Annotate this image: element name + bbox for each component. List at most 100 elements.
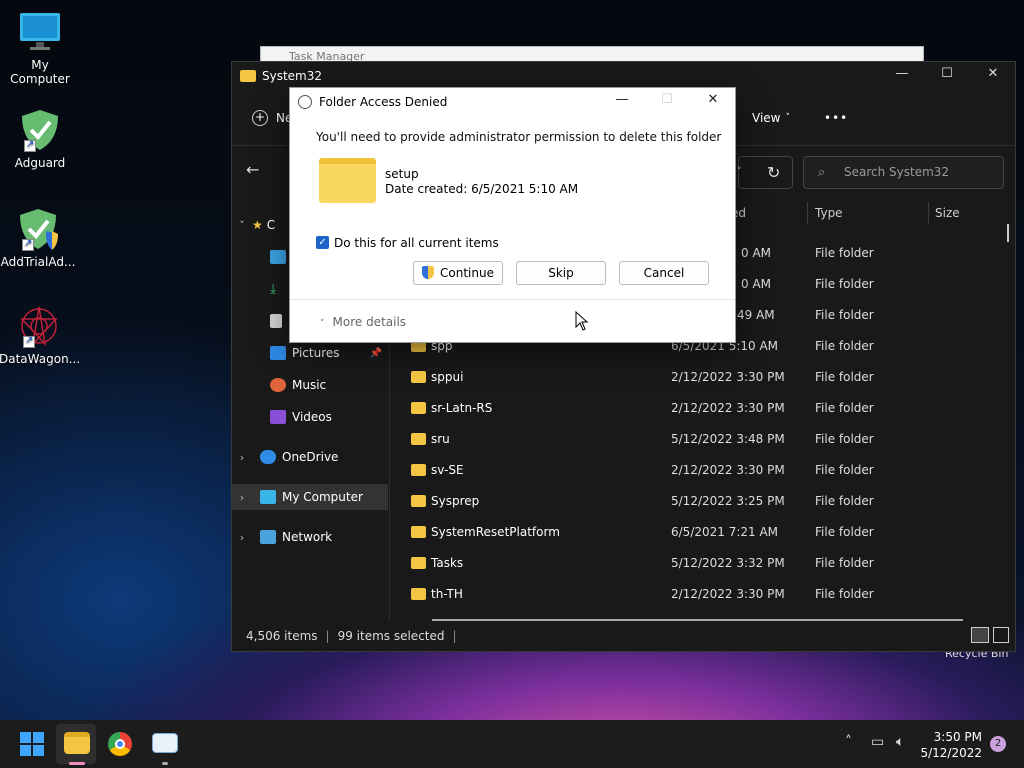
dialog-message: You'll need to provide administrator per… — [316, 130, 722, 144]
folder-icon — [411, 432, 426, 445]
folder-icon — [411, 525, 426, 538]
chevron-up-icon[interactable]: ˄ — [845, 734, 852, 750]
column-header-size[interactable]: Size — [935, 206, 960, 220]
table-row[interactable]: sv-SE 2/12/2022 3:30 PM File folder — [392, 454, 1015, 485]
clock-date: 5/12/2022 — [920, 746, 982, 760]
pin-icon[interactable]: 📌 — [370, 348, 382, 359]
shortcut-arrow-icon — [22, 238, 34, 251]
desktop-icon-adguard[interactable]: Adguard — [0, 108, 80, 170]
table-row[interactable]: th-TH 2/12/2022 3:30 PM File folder — [392, 578, 1015, 609]
row-date: 2/12/2022 3:30 PM — [671, 462, 785, 477]
refresh-button[interactable]: ˅ ↻ — [737, 156, 793, 189]
close-icon[interactable]: ✕ — [970, 66, 1016, 81]
row-date: 49 AM — [737, 307, 775, 322]
row-type: File folder — [815, 276, 874, 291]
document-icon — [270, 314, 282, 328]
view-button[interactable]: View ˅ — [752, 111, 790, 125]
status-divider: | — [325, 629, 330, 643]
more-details-label: More details — [332, 315, 407, 329]
back-arrow-icon[interactable]: ← — [246, 160, 259, 179]
volume-icon[interactable]: 🔈︎ — [896, 734, 904, 750]
folder-icon — [240, 70, 256, 82]
notification-badge[interactable]: 2 — [990, 736, 1006, 752]
apply-all-checkbox[interactable]: ✓ — [316, 236, 329, 249]
sidebar-item-label: Pictures — [292, 346, 340, 360]
minimize-icon[interactable]: — — [600, 92, 644, 107]
table-row[interactable]: sppui 2/12/2022 3:30 PM File folder — [392, 361, 1015, 392]
close-icon[interactable]: ✕ — [691, 92, 735, 107]
chrome-center — [115, 739, 125, 749]
maximize-icon[interactable]: ☐ — [924, 66, 970, 81]
desktop-icon-my-computer[interactable]: My Computer — [0, 10, 80, 86]
table-row[interactable]: Sysprep 5/12/2022 3:25 PM File folder — [392, 485, 1015, 516]
sidebar-item-music[interactable]: Music — [232, 372, 388, 398]
column-header-type[interactable]: Type — [815, 206, 843, 220]
row-name: th-TH — [431, 586, 463, 601]
row-type: File folder — [815, 524, 874, 539]
selected-count: 99 items selected — [337, 629, 445, 643]
more-options-button[interactable]: ••• — [824, 111, 848, 125]
sidebar-item-pictures[interactable]: Pictures 📌 — [232, 340, 388, 366]
row-date: 6/5/2021 7:21 AM — [671, 524, 779, 539]
network-icon[interactable]: ▭ — [871, 734, 884, 750]
search-input[interactable]: ⌕ Search System32 — [803, 156, 1004, 189]
music-icon — [270, 378, 286, 392]
new-button[interactable]: + Ne — [252, 109, 292, 126]
task-manager-icon[interactable] — [152, 733, 178, 753]
sidebar-item-onedrive[interactable]: › OneDrive — [232, 444, 388, 470]
clock-icon — [298, 95, 312, 109]
folder-date: Date created: 6/5/2021 5:10 AM — [385, 182, 579, 196]
sidebar-item-network[interactable]: › Network — [232, 524, 388, 550]
row-name: Sysprep — [431, 493, 480, 508]
file-explorer-icon[interactable] — [64, 732, 90, 754]
download-icon: ⤓ — [270, 281, 277, 297]
row-name: Tasks — [431, 555, 464, 570]
row-type: File folder — [815, 462, 874, 477]
chrome-icon[interactable] — [108, 732, 132, 756]
chevron-down-icon: ˅ — [320, 319, 325, 329]
column-divider[interactable] — [928, 202, 929, 224]
table-row[interactable]: Tasks 5/12/2022 3:32 PM File folder — [392, 547, 1015, 578]
table-row[interactable]: sru 5/12/2022 3:48 PM File folder — [392, 423, 1015, 454]
row-date: 2/12/2022 3:30 PM — [671, 586, 785, 601]
search-icon: ⌕ — [818, 165, 826, 180]
dialog-title-bar[interactable]: Folder Access Denied — ☐ ✕ — [290, 88, 735, 116]
view-label: View — [752, 110, 781, 125]
cancel-button[interactable]: Cancel — [619, 261, 709, 285]
folder-icon — [411, 556, 426, 569]
explorer-title-bar[interactable]: System32 — ☐ ✕ — [232, 62, 1015, 90]
more-details-toggle[interactable]: ˅ More details — [320, 315, 406, 329]
table-row[interactable]: SystemResetPlatform 6/5/2021 7:21 AM Fil… — [392, 516, 1015, 547]
row-type: File folder — [815, 400, 874, 415]
desktop-icon-datawagon[interactable]: DataWagon... — [0, 304, 80, 366]
sidebar-item-videos[interactable]: Videos — [232, 404, 388, 430]
table-row[interactable]: sr-Latn-RS 2/12/2022 3:30 PM File folder — [392, 392, 1015, 423]
continue-button[interactable]: Continue — [413, 261, 503, 285]
desktop-icon-label: AddTrialAd... — [0, 255, 76, 269]
active-indicator — [69, 762, 85, 765]
column-divider[interactable] — [807, 202, 808, 224]
adguard-shield-icon — [18, 108, 62, 152]
skip-button[interactable]: Skip — [516, 261, 606, 285]
folder-icon — [411, 370, 426, 383]
row-name: sppui — [431, 369, 464, 384]
sidebar-item-label: My Computer — [282, 490, 363, 504]
start-icon[interactable] — [20, 732, 44, 756]
explorer-title: System32 — [262, 69, 323, 83]
sidebar-item-label: C — [266, 218, 276, 232]
minimize-icon[interactable]: — — [879, 66, 925, 81]
details-view-icon[interactable] — [971, 627, 989, 643]
chevron-right-icon: › — [239, 490, 245, 504]
status-bar: 4,506 items | 99 items selected | — [232, 621, 1015, 651]
folder-access-denied-dialog[interactable]: Folder Access Denied — ☐ ✕ You'll need t… — [289, 87, 736, 343]
desktop-icon-addtrialad[interactable]: AddTrialAd... — [0, 207, 78, 269]
row-date: 5/12/2022 3:25 PM — [671, 493, 785, 508]
tiles-view-icon[interactable] — [993, 627, 1009, 643]
row-type: File folder — [815, 555, 874, 570]
system-clock[interactable]: 3:50 PM 5/12/2022 — [920, 729, 982, 761]
chevron-right-icon: › — [239, 450, 245, 464]
apply-all-label[interactable]: Do this for all current items — [334, 236, 499, 250]
sidebar-item-my-computer[interactable]: › My Computer — [232, 484, 388, 510]
vertical-scrollbar[interactable] — [1007, 224, 1009, 242]
row-type: File folder — [815, 493, 874, 508]
